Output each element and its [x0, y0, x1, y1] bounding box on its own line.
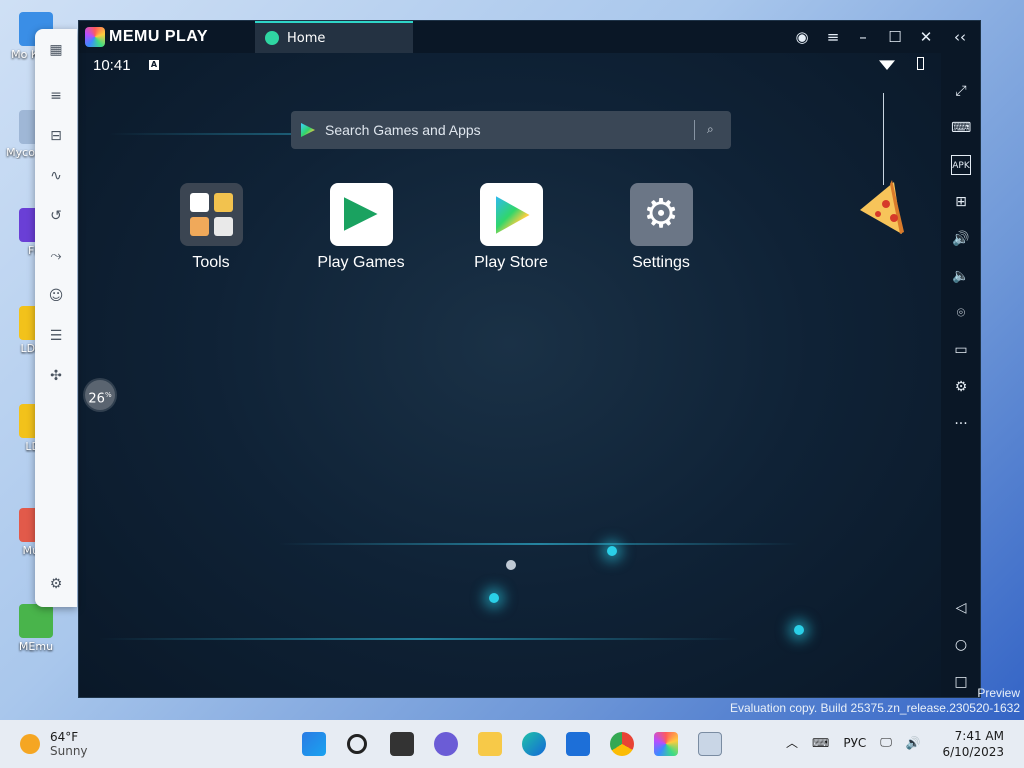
home-icon[interactable]: ○ [951, 635, 971, 655]
search-input[interactable]: Search Games and Apps [325, 122, 481, 138]
decor-glow [489, 593, 499, 603]
layout-icon[interactable]: ⊟ [47, 127, 65, 145]
keyboard-icon[interactable]: ⌨ [951, 118, 971, 138]
app-label: Play Games [317, 254, 405, 271]
fullscreen-icon[interactable]: ⤢ [951, 81, 971, 101]
chrome-icon[interactable] [610, 732, 634, 756]
app-label: Settings [632, 254, 690, 271]
status-time: 10:41 [93, 57, 131, 74]
desktop-icon-memu[interactable]: MEmu [4, 604, 68, 653]
volume-icon[interactable]: 🔊 [906, 736, 921, 750]
system-tray: ︿ ⌨ РУС 🖵 🔊 [786, 734, 921, 751]
hamburger-icon[interactable]: ≡ [47, 87, 65, 105]
clock-date: 6/10/2023 [942, 745, 1004, 759]
more-icon[interactable]: ··· [951, 414, 971, 434]
users-icon[interactable]: ☺ [47, 287, 65, 305]
folder-icon[interactable]: ▭ [951, 340, 971, 360]
title-bar: MEMU PLAY Home ◉ ≡ – ☐ ✕ ‹‹ [79, 21, 980, 53]
brand-name: MEMU PLAY [109, 28, 209, 45]
chevron-up-icon[interactable]: ︿ [786, 734, 798, 751]
battery-icon [917, 57, 924, 70]
activity-icon[interactable]: ∿ [47, 167, 65, 185]
search-taskbar-icon[interactable] [347, 734, 367, 754]
menu-icon[interactable]: ≡ [823, 27, 843, 47]
settings-gear-icon: ⚙ [629, 183, 693, 246]
plugin-icon[interactable]: ✣ [47, 367, 65, 385]
edge-icon[interactable] [522, 732, 546, 756]
android-screen: 10:41 A Search Games and Apps ⌕ Tools Pl… [79, 53, 941, 697]
task-view-icon[interactable] [390, 732, 414, 756]
page-indicator [506, 560, 516, 570]
search-bar[interactable]: Search Games and Apps ⌕ [291, 111, 731, 149]
app-label: Tools [192, 254, 230, 271]
panel-settings-icon[interactable]: ⚙ [47, 575, 65, 593]
memu-logo-icon [85, 27, 105, 47]
minimize-icon[interactable]: – [853, 27, 873, 47]
search-icon[interactable]: ⌕ [707, 122, 721, 136]
app-settings[interactable]: ⚙ Settings [606, 183, 716, 272]
volume-up-icon[interactable]: 🔊 [951, 229, 971, 249]
play-games-icon [329, 183, 393, 246]
watermark-line1: Preview [977, 686, 1020, 700]
decor-string [883, 93, 884, 185]
emulator-window: MEMU PLAY Home ◉ ≡ – ☐ ✕ ‹‹ 10:41 A Sear… [78, 20, 981, 698]
play-store-app-icon [479, 183, 543, 246]
watermark-line2: Evaluation copy. Build 25375.zn_release.… [730, 701, 1020, 715]
brand-logo: MEMU PLAY [85, 27, 208, 47]
settings-icon[interactable]: ⚙ [951, 377, 971, 397]
keyboard-tray-icon[interactable]: ⌨ [812, 736, 829, 750]
pizza-icon[interactable] [856, 180, 904, 236]
chat-icon[interactable] [434, 732, 458, 756]
decor-glow [794, 625, 804, 635]
app-tools[interactable]: Tools [156, 183, 266, 272]
speed-icon[interactable]: ⤳ [47, 247, 65, 265]
volume-down-icon[interactable]: 🔈 [951, 266, 971, 286]
app-play-games[interactable]: Play Games [306, 183, 416, 272]
weather-widget[interactable]: 64°F Sunny [20, 730, 88, 758]
account-icon[interactable]: ◉ [792, 27, 812, 47]
monitor-app-icon[interactable] [698, 732, 722, 756]
collapse-sidebar-icon[interactable]: ‹‹ [950, 27, 970, 47]
sun-icon [20, 734, 40, 754]
home-tab-icon [265, 31, 279, 45]
maximize-icon[interactable]: ☐ [885, 27, 905, 47]
recents-icon[interactable]: □ [951, 672, 971, 692]
file-explorer-icon[interactable] [478, 732, 502, 756]
language-indicator[interactable]: РУС [843, 736, 866, 750]
right-toolbar: ⤢ ⌨ APK ⊞ 🔊 🔈 ⌾ ▭ ⚙ ··· ◁ ○ □ [941, 53, 980, 697]
close-icon[interactable]: ✕ [916, 27, 936, 47]
start-icon[interactable] [302, 732, 326, 756]
store-icon[interactable] [566, 732, 590, 756]
decor-line [279, 543, 799, 545]
app-label: Play Store [474, 254, 548, 271]
decor-line [99, 638, 739, 640]
list-icon[interactable]: ☰ [47, 327, 65, 345]
multi-instance-panel: ▦ ≡ ⊟ ∿ ↺ ⤳ ☺ ☰ ✣ ⚙ [35, 29, 77, 607]
notification-a-icon: A [149, 60, 159, 70]
taskbar: 64°F Sunny ︿ ⌨ РУС 🖵 🔊 7:41 AM 6/10/2023 [0, 720, 1024, 768]
progress-indicator[interactable]: 26% [85, 380, 115, 410]
app-play-store[interactable]: Play Store [456, 183, 566, 272]
wifi-icon [879, 60, 895, 70]
network-icon[interactable]: 🖵 [880, 735, 892, 750]
apk-icon[interactable]: APK [951, 155, 971, 175]
add-window-icon[interactable]: ⊞ [951, 192, 971, 212]
tab-label: Home [287, 30, 326, 46]
memu-taskbar-icon[interactable] [654, 732, 678, 756]
clock-time: 7:41 AM [954, 729, 1004, 743]
play-store-icon [301, 123, 315, 137]
memu-icon [19, 604, 53, 638]
screenshot-icon[interactable]: ▦ [47, 41, 65, 59]
weather-temp: 64°F [50, 730, 79, 744]
divider [694, 120, 695, 140]
clock[interactable]: 7:41 AM 6/10/2023 [942, 728, 1004, 760]
decor-glow [607, 546, 617, 556]
tab-home[interactable]: Home [255, 21, 413, 53]
weather-desc: Sunny [50, 744, 88, 758]
back-icon[interactable]: ◁ [951, 598, 971, 618]
location-icon[interactable]: ⌾ [951, 303, 971, 323]
tools-folder-icon [179, 183, 243, 246]
history-icon[interactable]: ↺ [47, 207, 65, 225]
